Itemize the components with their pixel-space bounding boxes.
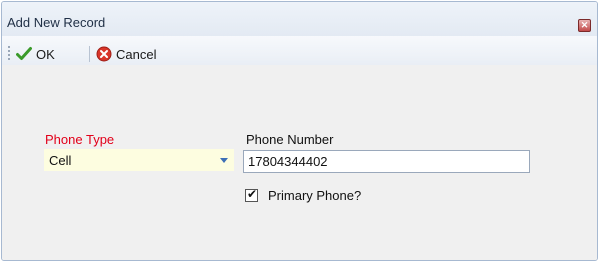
toolbar: OK Cancel [2, 36, 597, 96]
close-icon: ✕ [580, 20, 589, 30]
phone-number-field[interactable] [243, 150, 530, 173]
primary-phone-checkbox[interactable]: ✔ [245, 186, 258, 202]
chevron-down-icon[interactable] [220, 158, 228, 163]
cancel-label: Cancel [116, 46, 157, 62]
toolbar-separator [89, 46, 90, 62]
title-bar: Add New Record ✕ [2, 2, 597, 36]
phone-type-label: Phone Type [45, 132, 115, 147]
phone-type-value: Cell [49, 153, 72, 168]
primary-phone-label: Primary Phone? [268, 187, 362, 203]
toolbar-grip[interactable] [8, 46, 10, 61]
close-button[interactable]: ✕ [578, 19, 591, 32]
cancel-icon [96, 46, 112, 62]
ok-label: OK [36, 46, 55, 62]
primary-phone-row[interactable]: ✔ Primary Phone? [245, 187, 361, 203]
cancel-button[interactable]: Cancel [96, 45, 156, 63]
phone-number-label: Phone Number [246, 132, 334, 147]
phone-type-dropdown[interactable]: Cell [44, 149, 234, 171]
ok-button[interactable]: OK [16, 45, 55, 63]
dialog-title: Add New Record [7, 15, 106, 30]
check-icon [16, 47, 32, 60]
checkmark-icon: ✔ [247, 186, 258, 201]
add-record-dialog: Add New Record ✕ OK Cancel Phone Type Ce… [1, 1, 598, 261]
